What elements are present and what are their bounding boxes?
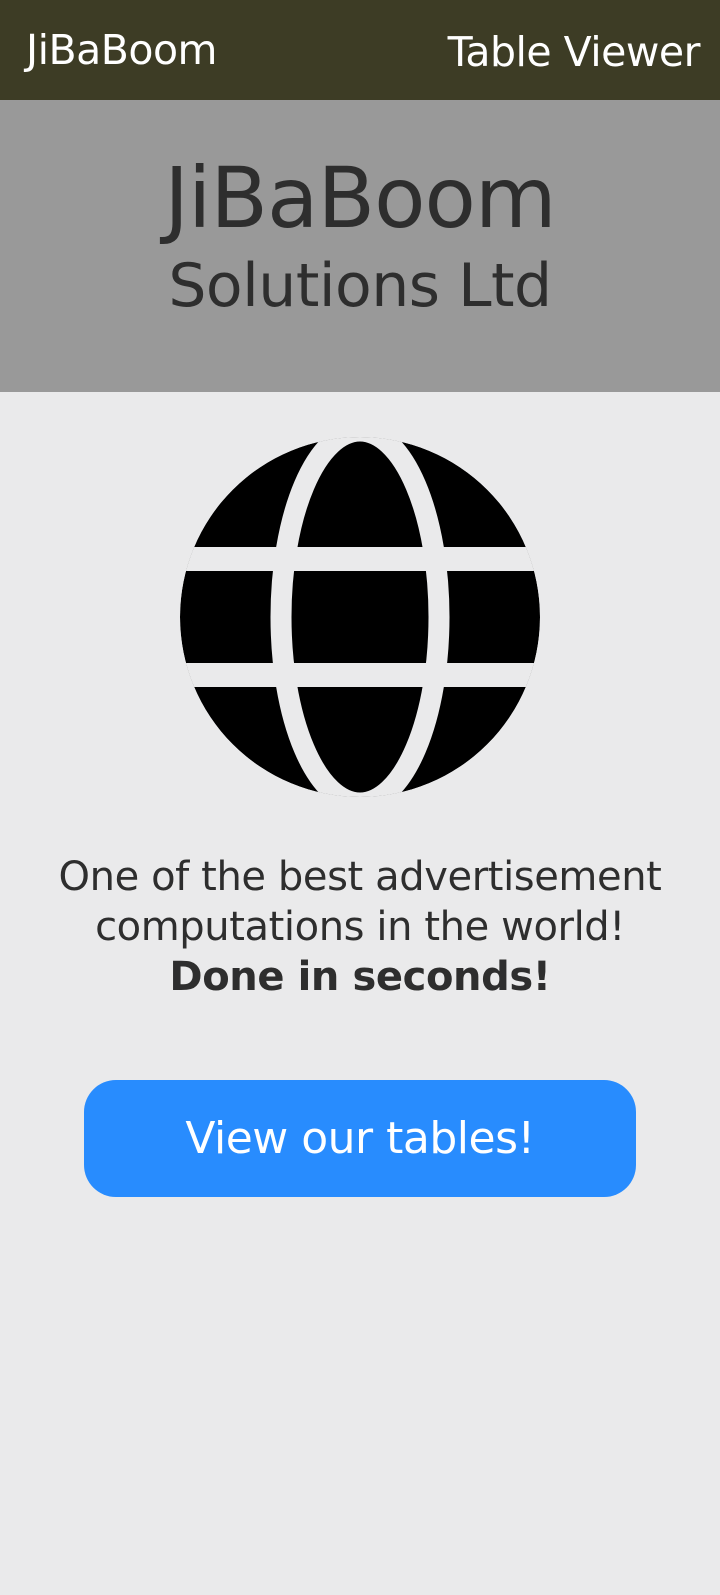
brand-link[interactable]: JiBaBoom xyxy=(26,26,217,74)
tagline-line-3: Done in seconds! xyxy=(169,954,551,1000)
top-app-bar: JiBaBoom Table Viewer xyxy=(0,0,720,100)
view-tables-button[interactable]: View our tables! xyxy=(84,1080,636,1197)
globe-icon xyxy=(180,437,540,797)
hero-subtitle: Solutions Ltd xyxy=(168,251,552,321)
page-title: Table Viewer xyxy=(447,28,701,76)
tagline: One of the best advertisement computatio… xyxy=(20,852,700,1002)
tagline-line-2: computations in the world! xyxy=(95,904,625,950)
hero-banner: JiBaBoom Solutions Ltd xyxy=(0,100,720,392)
hero-title: JiBaBoom xyxy=(164,149,556,247)
tagline-line-1: One of the best advertisement xyxy=(58,854,662,900)
